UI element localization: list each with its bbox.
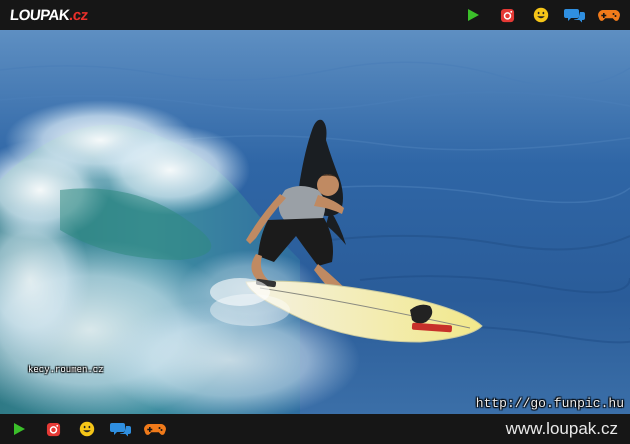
smiley-icon[interactable] xyxy=(530,4,552,26)
gamepad-icon[interactable] xyxy=(144,418,166,440)
watermark-right: http://go.funpic.hu xyxy=(475,396,624,411)
play-icon[interactable] xyxy=(8,418,30,440)
smiley-icon[interactable] xyxy=(76,418,98,440)
instagram-icon[interactable] xyxy=(42,418,64,440)
logo-tld: .cz xyxy=(68,6,89,24)
watermark-left: kecy.roumen.cz xyxy=(28,365,104,375)
top-icon-row xyxy=(462,4,620,26)
chat-icon[interactable] xyxy=(110,418,132,440)
instagram-icon[interactable] xyxy=(496,4,518,26)
bottom-icon-row xyxy=(8,418,166,440)
play-icon[interactable] xyxy=(462,4,484,26)
site-logo[interactable]: LOUPAK .cz xyxy=(9,7,89,24)
gamepad-icon[interactable] xyxy=(598,4,620,26)
photo-canvas xyxy=(0,30,630,414)
page: LOUPAK .cz kecy.roumen.cz http://go.funp… xyxy=(0,0,630,444)
chat-icon[interactable] xyxy=(564,4,586,26)
surfing-photo: kecy.roumen.cz http://go.funpic.hu xyxy=(0,30,630,414)
site-url-link[interactable]: www.loupak.cz xyxy=(506,419,618,439)
bottom-bar: www.loupak.cz xyxy=(0,414,630,444)
logo-text: LOUPAK xyxy=(9,6,71,24)
top-bar: LOUPAK .cz xyxy=(0,0,630,30)
